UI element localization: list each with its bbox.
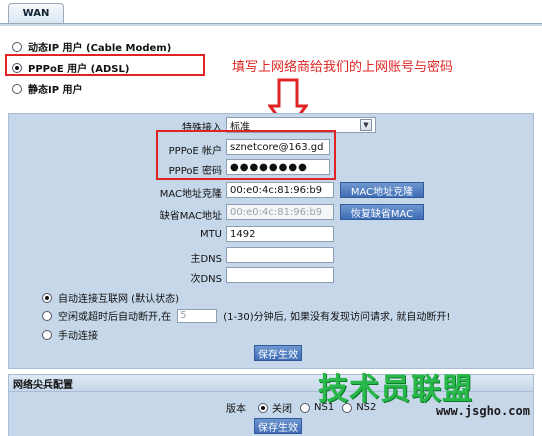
mode-static-ip[interactable]: 静态IP 用户 bbox=[12, 81, 83, 96]
chevron-down-icon[interactable]: ▼ bbox=[360, 119, 372, 131]
connect-auto-label: 自动连接互联网 (默认状态) bbox=[58, 294, 179, 305]
primary-dns-label: 主DNS bbox=[190, 254, 222, 265]
mac-clone-input[interactable]: 00:e0:4c:81:96:b9 bbox=[226, 182, 334, 198]
radio-dynamic-ip[interactable] bbox=[12, 41, 22, 52]
version-label: 版本 bbox=[226, 404, 246, 415]
connect-manual-label: 手动连接 bbox=[58, 331, 98, 342]
pppoe-password-label: PPPoE 密码 bbox=[168, 166, 222, 177]
pppoe-account-input[interactable]: sznetcore@163.gd bbox=[226, 139, 330, 155]
save-button[interactable]: 保存生效 bbox=[254, 345, 302, 361]
radio-connect-idle[interactable] bbox=[42, 310, 52, 321]
mac-clone-label: MAC地址克隆 bbox=[159, 189, 222, 200]
secondary-dns-input[interactable] bbox=[226, 267, 334, 283]
radio-connect-auto[interactable] bbox=[42, 292, 52, 303]
radio-connect-manual[interactable] bbox=[42, 329, 52, 340]
connect-option-manual[interactable]: 手动连接 bbox=[42, 327, 98, 342]
connect-option-idle[interactable]: 空闲或超时后自动断开,在 5 (1-30)分钟后, 如果没有发现访问请求, 就自… bbox=[42, 308, 450, 323]
mode-static-ip-label: 静态IP 用户 bbox=[28, 85, 83, 96]
primary-dns-input[interactable] bbox=[226, 247, 334, 263]
mode-dynamic-ip[interactable]: 动态IP 用户 (Cable Modem) bbox=[12, 39, 171, 54]
default-mac-label: 缺省MAC地址 bbox=[159, 211, 222, 222]
pppoe-account-label: PPPoE 帐户 bbox=[168, 146, 222, 157]
mtu-label: MTU bbox=[199, 229, 222, 240]
connect-option-auto[interactable]: 自动连接互联网 (默认状态) bbox=[42, 290, 179, 305]
secondary-dns-label: 次DNS bbox=[190, 274, 222, 285]
mac-clone-button[interactable]: MAC地址克隆 bbox=[340, 182, 424, 198]
connect-idle-label-after: (1-30)分钟后, 如果没有发现访问请求, 就自动断开! bbox=[223, 312, 451, 323]
idle-minutes-input[interactable]: 5 bbox=[177, 308, 218, 323]
watermark-url: www.jsgho.com bbox=[436, 404, 530, 418]
radio-static-ip[interactable] bbox=[12, 83, 22, 94]
network-sentry-save-button[interactable]: 保存生效 bbox=[254, 418, 302, 434]
watermark-logo: 技术员联盟 bbox=[318, 372, 473, 407]
version-off-label: 关闭 bbox=[272, 404, 292, 415]
mtu-input[interactable]: 1492 bbox=[226, 226, 334, 242]
radio-version-off[interactable] bbox=[258, 402, 268, 413]
mode-dynamic-ip-label: 动态IP 用户 (Cable Modem) bbox=[28, 43, 172, 54]
highlight-box-pppoe bbox=[5, 54, 205, 76]
tab-wan[interactable]: WAN bbox=[8, 3, 64, 23]
connect-idle-label-before: 空闲或超时后自动断开,在 bbox=[58, 312, 172, 323]
radio-version-ns1[interactable] bbox=[300, 402, 310, 413]
restore-default-mac-button[interactable]: 恢复缺省MAC bbox=[340, 204, 424, 220]
default-mac-input: 00:e0:4c:81:96:b9 bbox=[226, 204, 334, 220]
pppoe-password-input[interactable]: ●●●●●●●● bbox=[226, 159, 330, 175]
annotation-text: 填写上网络商给我们的上网账号与密码 bbox=[232, 60, 454, 75]
tab-divider bbox=[0, 23, 542, 26]
